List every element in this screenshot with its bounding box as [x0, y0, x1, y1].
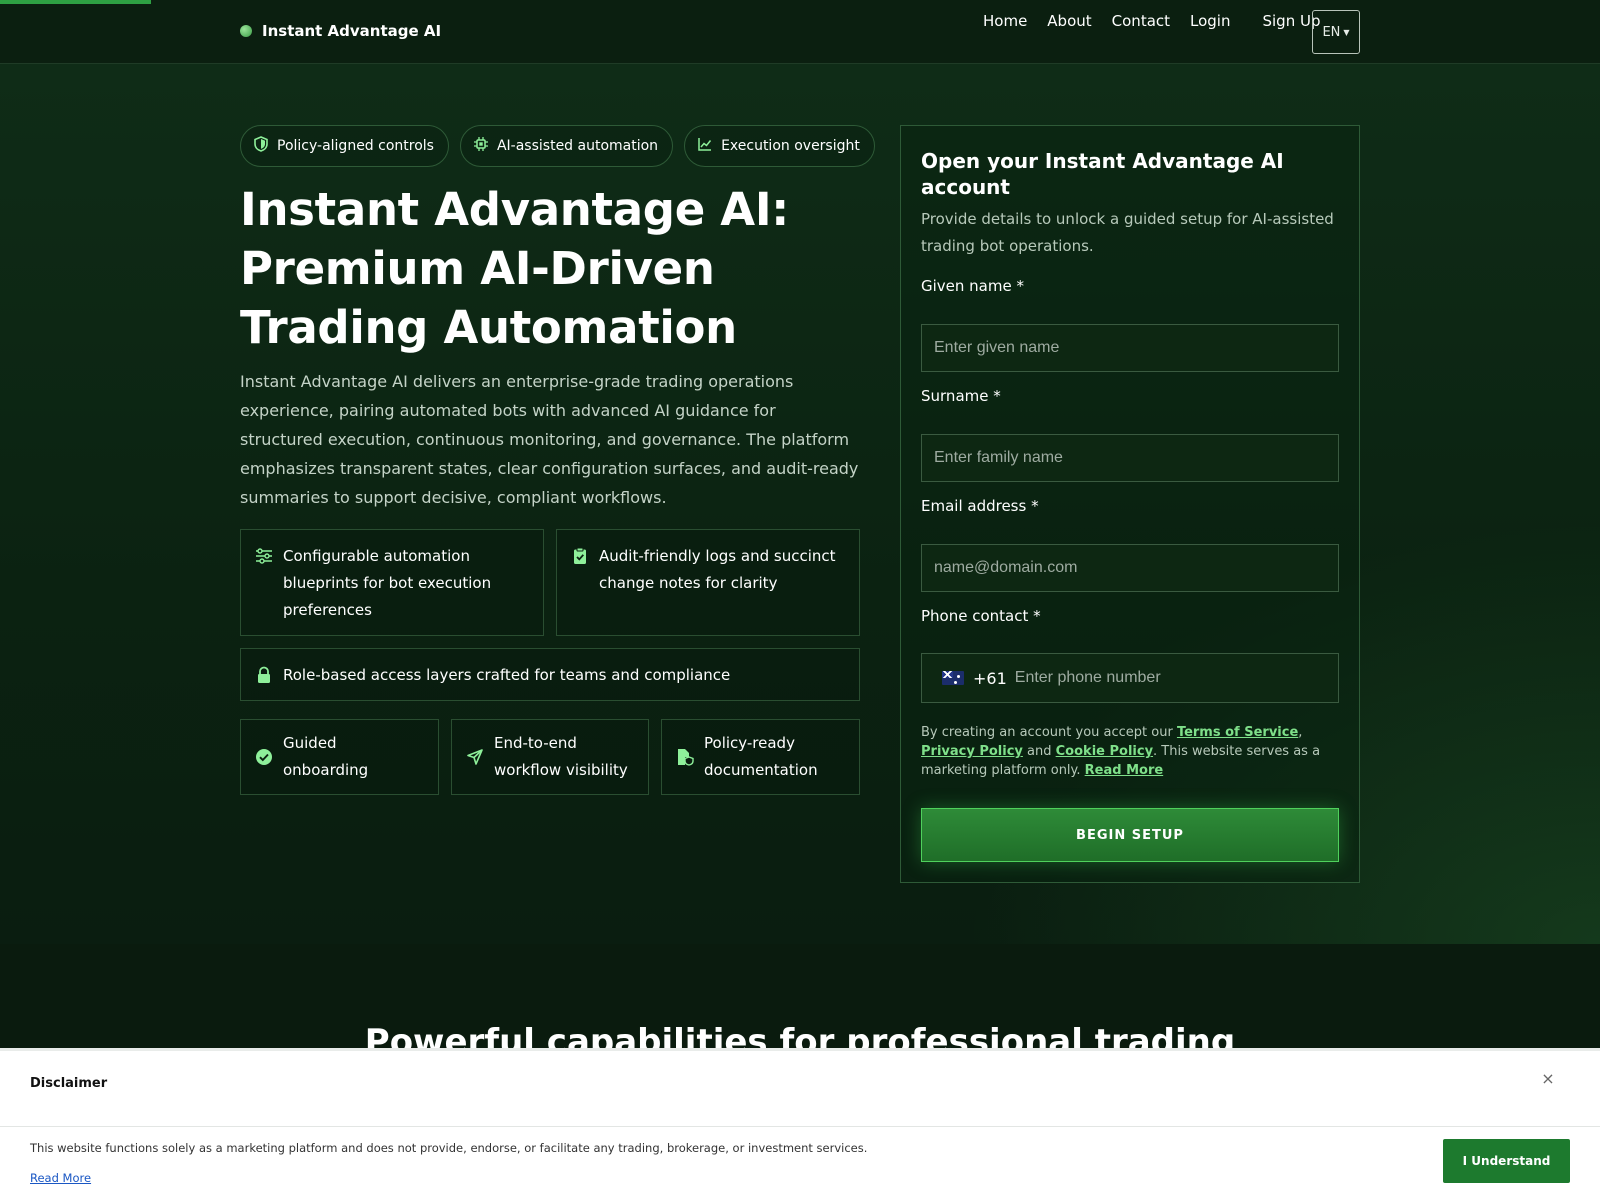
phone-field[interactable]: +61 — [921, 653, 1339, 703]
disclaimer-title: Disclaimer — [30, 1076, 108, 1091]
phone-country-code[interactable]: +61 — [973, 669, 1007, 688]
pill-label: Execution oversight — [721, 138, 860, 154]
chart-line-icon — [697, 136, 713, 156]
close-icon[interactable]: × — [1540, 1071, 1556, 1087]
feature-card-audit: Audit-friendly logs and succinct change … — [556, 529, 860, 636]
hero-description: Instant Advantage AI delivers an enterpr… — [240, 372, 859, 507]
chip-icon — [473, 136, 489, 156]
site-header: Instant Advantage AI Home About Contact … — [0, 0, 1600, 64]
disclaimer-read-more-link[interactable]: Read More — [30, 1171, 91, 1185]
disclaimer-banner: Disclaimer × This website functions sole… — [0, 1048, 1600, 1200]
file-shield-icon — [676, 748, 694, 766]
caret-down-icon: ▼ — [1343, 27, 1350, 37]
feature-text: Audit-friendly logs and succinct change … — [599, 547, 836, 592]
highlight-text: End-to-end workflow visibility — [494, 734, 628, 779]
pill-ai: AI-assisted automation — [459, 125, 674, 167]
form-title: Open your Instant Advantage AI account — [921, 149, 1284, 199]
nav-login[interactable]: Login — [1190, 12, 1230, 30]
consent-and: and — [1022, 744, 1056, 759]
email-input[interactable] — [921, 544, 1339, 592]
feature-card-access: Role-based access layers crafted for tea… — [240, 648, 860, 701]
highlight-text: Policy-ready documentation — [704, 734, 818, 779]
shield-icon — [253, 136, 269, 156]
brand-logo-icon — [240, 25, 252, 37]
pill-label: Policy-aligned controls — [277, 138, 434, 154]
begin-setup-button[interactable]: BEGIN SETUP — [921, 808, 1339, 862]
feature-text: Configurable automation blueprints for b… — [283, 547, 492, 619]
consent-prefix: By creating an account you accept our — [921, 725, 1177, 740]
pill-label: AI-assisted automation — [496, 138, 659, 154]
clipboard-check-icon — [571, 547, 589, 565]
highlight-workflow: End-to-end workflow visibility — [451, 719, 649, 795]
nav-contact[interactable]: Contact — [1112, 12, 1170, 30]
i-understand-button[interactable]: I Understand — [1443, 1139, 1570, 1183]
brand-name: Instant Advantage AI — [262, 22, 442, 40]
hero-title: Instant Advantage AI: Premium AI-Driven … — [240, 183, 789, 354]
email-label: Email address * — [921, 497, 1039, 515]
brand[interactable]: Instant Advantage AI — [240, 22, 441, 40]
language-code: EN — [1322, 24, 1341, 40]
given-name-label: Given name * — [921, 277, 1024, 295]
feature-text: Role-based access layers crafted for tea… — [283, 666, 731, 684]
consent-text: By creating an account you accept our Te… — [921, 723, 1341, 780]
read-more-link[interactable]: Read More — [1085, 763, 1164, 778]
terms-link[interactable]: Terms of Service — [1177, 725, 1298, 740]
nav-about[interactable]: About — [1047, 12, 1091, 30]
signup-form: Open your Instant Advantage AI account P… — [900, 125, 1360, 883]
disclaimer-header: Disclaimer × — [0, 1051, 1600, 1127]
consent-comma: , — [1298, 725, 1303, 740]
cookie-link[interactable]: Cookie Policy — [1056, 744, 1153, 759]
disclaimer-text: This website functions solely as a marke… — [30, 1141, 868, 1155]
check-circle-icon — [255, 748, 273, 766]
phone-label: Phone contact * — [921, 607, 1041, 625]
pill-execution: Execution oversight — [684, 125, 875, 167]
highlight-text: Guided onboarding — [283, 734, 369, 779]
hero-pills: Policy-aligned controls AI-assisted auto… — [240, 125, 875, 167]
language-selector[interactable]: EN ▼ — [1312, 10, 1360, 54]
sliders-icon — [255, 547, 273, 565]
nav-home[interactable]: Home — [983, 12, 1027, 30]
pill-policy: Policy-aligned controls — [240, 125, 449, 167]
feature-card-blueprints: Configurable automation blueprints for b… — [240, 529, 544, 636]
send-icon — [466, 748, 484, 766]
highlight-onboarding: Guided onboarding — [240, 719, 439, 795]
surname-input[interactable] — [921, 434, 1339, 482]
top-progress-bar — [0, 0, 151, 4]
main-nav: Home About Contact Login Sign Up — [983, 12, 1334, 30]
australia-flag-icon[interactable] — [942, 671, 964, 685]
lock-icon — [255, 666, 273, 684]
privacy-link[interactable]: Privacy Policy — [921, 744, 1023, 759]
given-name-input[interactable] — [921, 324, 1339, 372]
phone-input[interactable] — [1014, 669, 1315, 687]
surname-label: Surname * — [921, 387, 1001, 405]
form-subtitle: Provide details to unlock a guided setup… — [921, 210, 1334, 255]
highlight-documentation: Policy-ready documentation — [661, 719, 860, 795]
